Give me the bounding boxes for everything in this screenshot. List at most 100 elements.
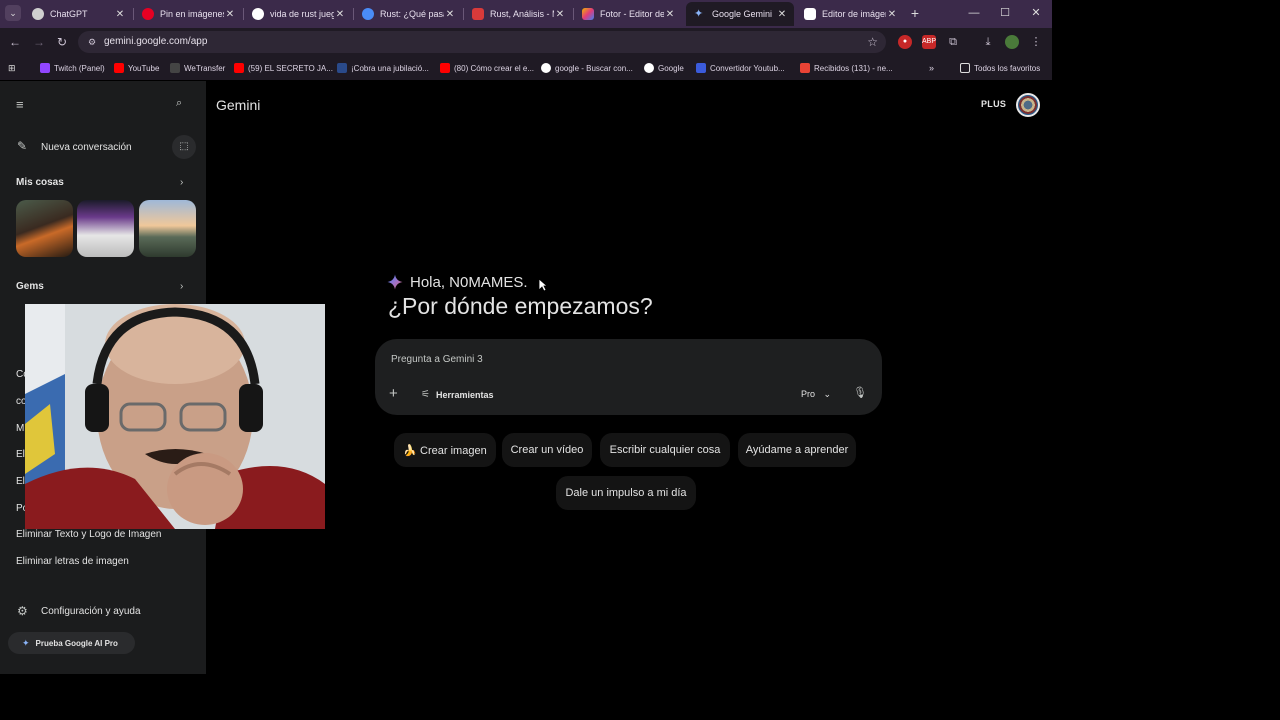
forward-arrow-icon[interactable]: → [31, 34, 47, 50]
bookmark-item[interactable]: (80) Cómo crear el e... [440, 61, 534, 75]
plan-badge: PLUS [981, 99, 1007, 109]
close-tab-icon[interactable]: ✕ [334, 9, 346, 20]
twitch-icon [40, 63, 50, 73]
new-tab-plus-icon[interactable]: + [907, 5, 923, 21]
close-tab-icon[interactable]: ✕ [224, 9, 236, 20]
tab-pinterest[interactable]: Pin en imágenes ✕ [134, 2, 242, 26]
my-stuff-thumbnail[interactable] [77, 200, 134, 257]
all-bookmarks-folder[interactable]: Todos los favoritos [960, 61, 1040, 75]
back-arrow-icon[interactable]: ← [7, 34, 23, 50]
model-selector[interactable]: Pro ⌄ [801, 389, 831, 400]
account-avatar[interactable] [1016, 93, 1040, 117]
reload-icon[interactable]: ↻ [54, 34, 70, 50]
editor-favicon-icon [804, 8, 816, 20]
try-ai-pro-button[interactable]: ✦ Prueba Google AI Pro [8, 632, 135, 654]
bookmark-label: (59) EL SECRETO JA... [248, 63, 333, 73]
plus-icon[interactable]: + [389, 385, 398, 402]
tab-google-search[interactable]: vida de rust juego ✕ [244, 2, 352, 26]
pinterest-favicon-icon [142, 8, 154, 20]
profile-avatar-icon[interactable] [1005, 35, 1019, 49]
settings-help-button[interactable]: Configuración y ayuda [41, 606, 141, 617]
chip-help-me-learn[interactable]: Ayúdame a aprender [738, 433, 856, 467]
close-tab-icon[interactable]: ✕ [664, 9, 676, 20]
gems-heading[interactable]: Gems [16, 281, 44, 292]
tab-title: Editor de imágen [822, 9, 886, 19]
tab-title: Fotor - Editor de [600, 9, 664, 19]
bookmark-label: google - Buscar con... [555, 63, 633, 73]
youtube-icon [234, 63, 244, 73]
my-stuff-thumbnail[interactable] [16, 200, 73, 257]
maximize-icon[interactable]: ☐ [995, 4, 1015, 22]
prompt-box[interactable]: Pregunta a Gemini 3 + ⚟ Herramientas Pro… [375, 339, 882, 415]
apps-grid-icon[interactable]: ⊞ [8, 61, 16, 75]
mic-icon[interactable]: 🎙 [853, 386, 867, 399]
sliders-icon: ⚟ [421, 389, 430, 400]
chip-write-anything[interactable]: Escribir cualquier cosa [600, 433, 730, 467]
extensions-puzzle-icon[interactable]: ⧉ [946, 35, 960, 49]
wetransfer-icon [170, 63, 180, 73]
recent-chat-item[interactable]: M [16, 423, 24, 434]
bookmark-item[interactable]: Twitch (Panel) [40, 61, 105, 75]
tools-button[interactable]: ⚟ Herramientas [421, 389, 494, 400]
hamburger-menu-icon[interactable]: ≡ [16, 97, 24, 112]
bookmarks-overflow-icon[interactable]: » [929, 61, 934, 75]
close-tab-icon[interactable]: ✕ [776, 9, 788, 20]
search-icon[interactable]: ⌕ [176, 97, 182, 110]
chip-create-video[interactable]: Crear un vídeo [502, 433, 592, 467]
tab-rust-question[interactable]: Rust: ¿Qué pasa si ✕ [354, 2, 462, 26]
close-tab-icon[interactable]: ✕ [114, 9, 126, 20]
chevron-right-icon[interactable]: › [180, 177, 183, 188]
address-bar[interactable]: ⚙ gemini.google.com/app ☆ [78, 31, 886, 53]
chip-boost-my-day[interactable]: Dale un impulso a mi día [556, 476, 696, 510]
tab-chatgpt[interactable]: ChatGPT ✕ [24, 2, 132, 26]
main-content: Gemini PLUS Hola, N0MAMES. ¿Por dónde em… [206, 81, 1052, 674]
bookmark-label: Recibidos (131) - ne... [814, 63, 893, 73]
close-tab-icon[interactable]: ✕ [886, 9, 898, 20]
bookmark-item[interactable]: google - Buscar con... [541, 61, 633, 75]
recent-chat-item[interactable]: Eliminar letras de imagen [16, 556, 129, 567]
bookmark-label: Todos los favoritos [974, 63, 1041, 73]
webcam-person-image [25, 304, 325, 529]
browser-menu-icon[interactable]: ⋮ [1029, 35, 1043, 49]
google-icon [644, 63, 654, 73]
tab-image-editor[interactable]: Editor de imágen ✕ [796, 2, 904, 26]
gear-icon[interactable]: ⚙ [17, 604, 28, 618]
close-tab-icon[interactable]: ✕ [554, 9, 566, 20]
temp-chat-icon[interactable]: ⬚ [172, 135, 196, 159]
tab-rust-analysis[interactable]: Rust, Análisis - M ✕ [464, 2, 572, 26]
tab-google-gemini[interactable]: ✦ Google Gemini ✕ [686, 2, 794, 26]
bookmark-label: (80) Cómo crear el e... [454, 63, 535, 73]
site-info-icon[interactable]: ⚙ [86, 36, 98, 48]
extension-red-icon[interactable]: ● [898, 35, 912, 49]
recent-chat-item[interactable]: El [16, 476, 25, 487]
tab-search-icon[interactable]: ⌄ [5, 5, 21, 21]
my-stuff-heading[interactable]: Mis cosas [16, 177, 64, 188]
bookmark-item[interactable]: Recibidos (131) - ne... [800, 61, 893, 75]
new-chat-button[interactable]: Nueva conversación [41, 142, 132, 153]
bookmark-item[interactable]: YouTube [114, 61, 159, 75]
edit-icon[interactable]: ✎ [17, 139, 27, 153]
prompt-input[interactable]: Pregunta a Gemini 3 [391, 354, 483, 365]
tab-fotor[interactable]: Fotor - Editor de ✕ [574, 2, 682, 26]
document-favicon-icon [472, 8, 484, 20]
google-favicon-icon [252, 8, 264, 20]
bookmark-item[interactable]: ¡Cobra una jubilació... [337, 61, 429, 75]
bookmark-item[interactable]: Google [644, 61, 684, 75]
gemini-brand[interactable]: Gemini [216, 97, 260, 113]
recent-chat-item[interactable]: Eliminar Texto y Logo de Imagen [16, 529, 161, 540]
adblock-extension-icon[interactable]: ABP [922, 35, 936, 49]
bookmark-item[interactable]: WeTransfer [170, 61, 225, 75]
recent-chat-item[interactable]: El [16, 449, 25, 460]
close-window-icon[interactable]: ✕ [1026, 4, 1046, 22]
my-stuff-thumbnail[interactable] [139, 200, 196, 257]
minimize-icon[interactable]: — [964, 4, 984, 22]
bookmark-item[interactable]: Convertidor Youtub... [696, 61, 785, 75]
chip-create-image[interactable]: 🍌 Crear imagen [394, 433, 496, 467]
download-icon[interactable]: ⤓ [981, 35, 995, 49]
webcam-overlay [25, 304, 325, 529]
chevron-right-icon[interactable]: › [180, 281, 183, 292]
bookmark-star-icon[interactable]: ☆ [867, 35, 878, 49]
mouse-cursor-icon [538, 278, 548, 292]
close-tab-icon[interactable]: ✕ [444, 9, 456, 20]
bookmark-item[interactable]: (59) EL SECRETO JA... [234, 61, 333, 75]
